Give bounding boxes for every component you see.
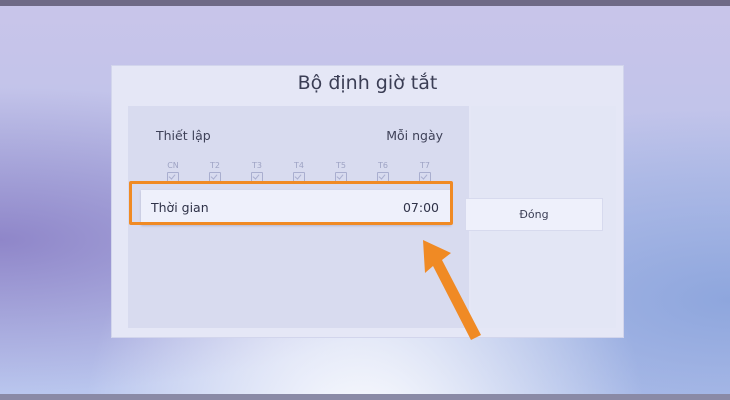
close-button-label: Đóng (519, 208, 549, 221)
day-label: T7 (420, 161, 430, 170)
day-label: T2 (210, 161, 220, 170)
repeat-setting-label[interactable]: Thiết lập (156, 128, 211, 143)
day-checkbox-t6[interactable]: T6 (371, 161, 395, 182)
repeat-setting-value[interactable]: Mỗi ngày (386, 128, 443, 143)
close-button[interactable]: Đóng (465, 198, 603, 231)
day-checkbox-t7[interactable]: T7 (413, 161, 437, 182)
day-label: T3 (252, 161, 262, 170)
day-label: T6 (378, 161, 388, 170)
day-label: T5 (336, 161, 346, 170)
day-checkbox-cn[interactable]: CN (161, 161, 185, 182)
day-checkbox-t4[interactable]: T4 (287, 161, 311, 182)
day-label: CN (167, 161, 179, 170)
tv-bezel-top (0, 0, 730, 6)
day-checkbox-t2[interactable]: T2 (203, 161, 227, 182)
day-label: T4 (294, 161, 304, 170)
tv-bezel-bottom (0, 394, 730, 400)
dialog-title: Bộ định giờ tắt (297, 72, 438, 94)
day-checkbox-t5[interactable]: T5 (329, 161, 353, 182)
day-checkbox-t3[interactable]: T3 (245, 161, 269, 182)
pointer-arrow-icon (423, 240, 481, 340)
highlight-frame (129, 181, 453, 225)
